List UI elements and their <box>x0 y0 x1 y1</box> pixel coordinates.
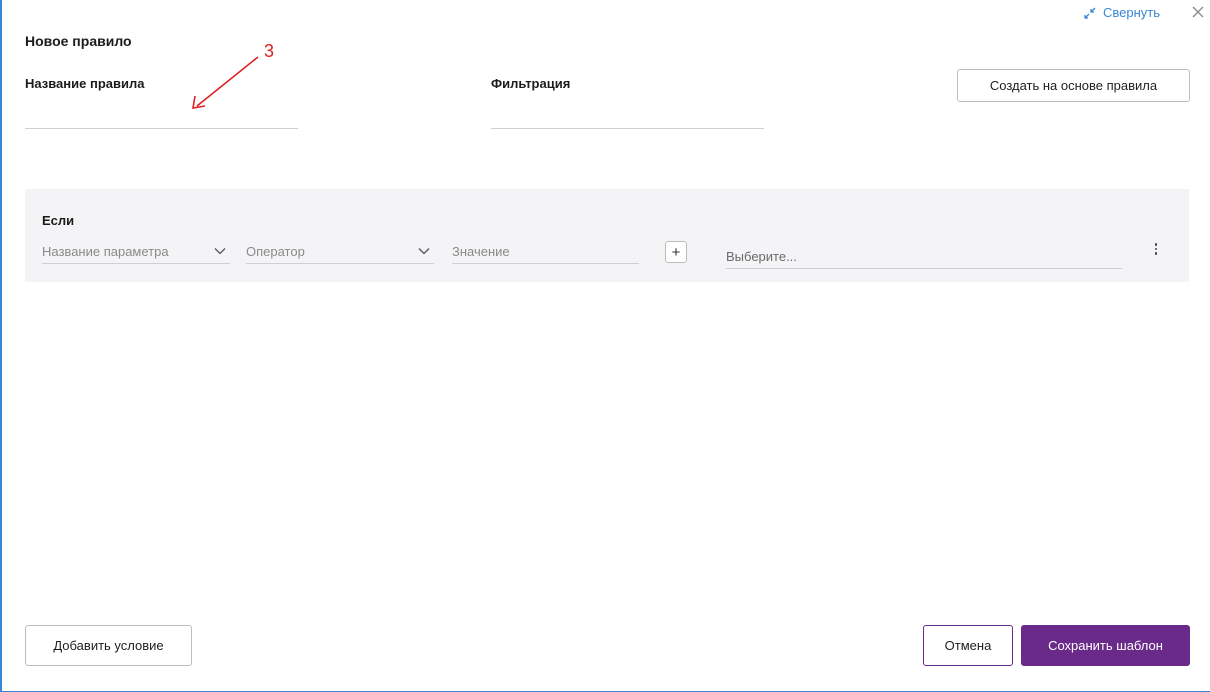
chevron-down-icon <box>418 248 430 255</box>
close-button[interactable] <box>1190 4 1206 20</box>
filter-label: Фильтрация <box>491 76 571 91</box>
value-input[interactable]: Значение <box>452 239 639 264</box>
select-field[interactable]: Выберите... <box>726 244 1122 269</box>
window-left-border <box>0 0 2 692</box>
create-from-rule-button[interactable]: Создать на основе правила <box>957 69 1190 102</box>
form-title: Новое правило <box>25 33 132 49</box>
if-label: Если <box>42 213 75 228</box>
plus-icon: + <box>671 243 681 261</box>
filter-input[interactable] <box>491 104 764 129</box>
parameter-name-placeholder: Название параметра <box>42 243 169 259</box>
more-options-icon[interactable] <box>1149 239 1163 259</box>
rule-name-input[interactable] <box>25 104 298 129</box>
value-placeholder: Значение <box>452 243 510 259</box>
add-condition-button[interactable]: Добавить условие <box>25 625 192 666</box>
annotation-number: 3 <box>264 41 275 61</box>
operator-select[interactable]: Оператор <box>246 239 434 264</box>
rule-name-label: Название правила <box>25 76 145 91</box>
select-placeholder: Выберите... <box>726 248 797 264</box>
collapse-label: Свернуть <box>1103 5 1161 20</box>
cancel-button[interactable]: Отмена <box>923 625 1013 666</box>
collapse-button[interactable]: Свернуть <box>1083 5 1160 20</box>
collapse-arrows-icon <box>1084 7 1096 19</box>
chevron-down-icon <box>214 248 226 255</box>
add-value-button[interactable]: + <box>665 241 687 263</box>
operator-placeholder: Оператор <box>246 243 305 259</box>
parameter-name-select[interactable]: Название параметра <box>42 239 230 264</box>
save-template-button[interactable]: Сохранить шаблон <box>1021 625 1190 666</box>
close-icon <box>1192 6 1204 18</box>
condition-block: Если Название параметра Оператор Значени… <box>25 189 1189 282</box>
